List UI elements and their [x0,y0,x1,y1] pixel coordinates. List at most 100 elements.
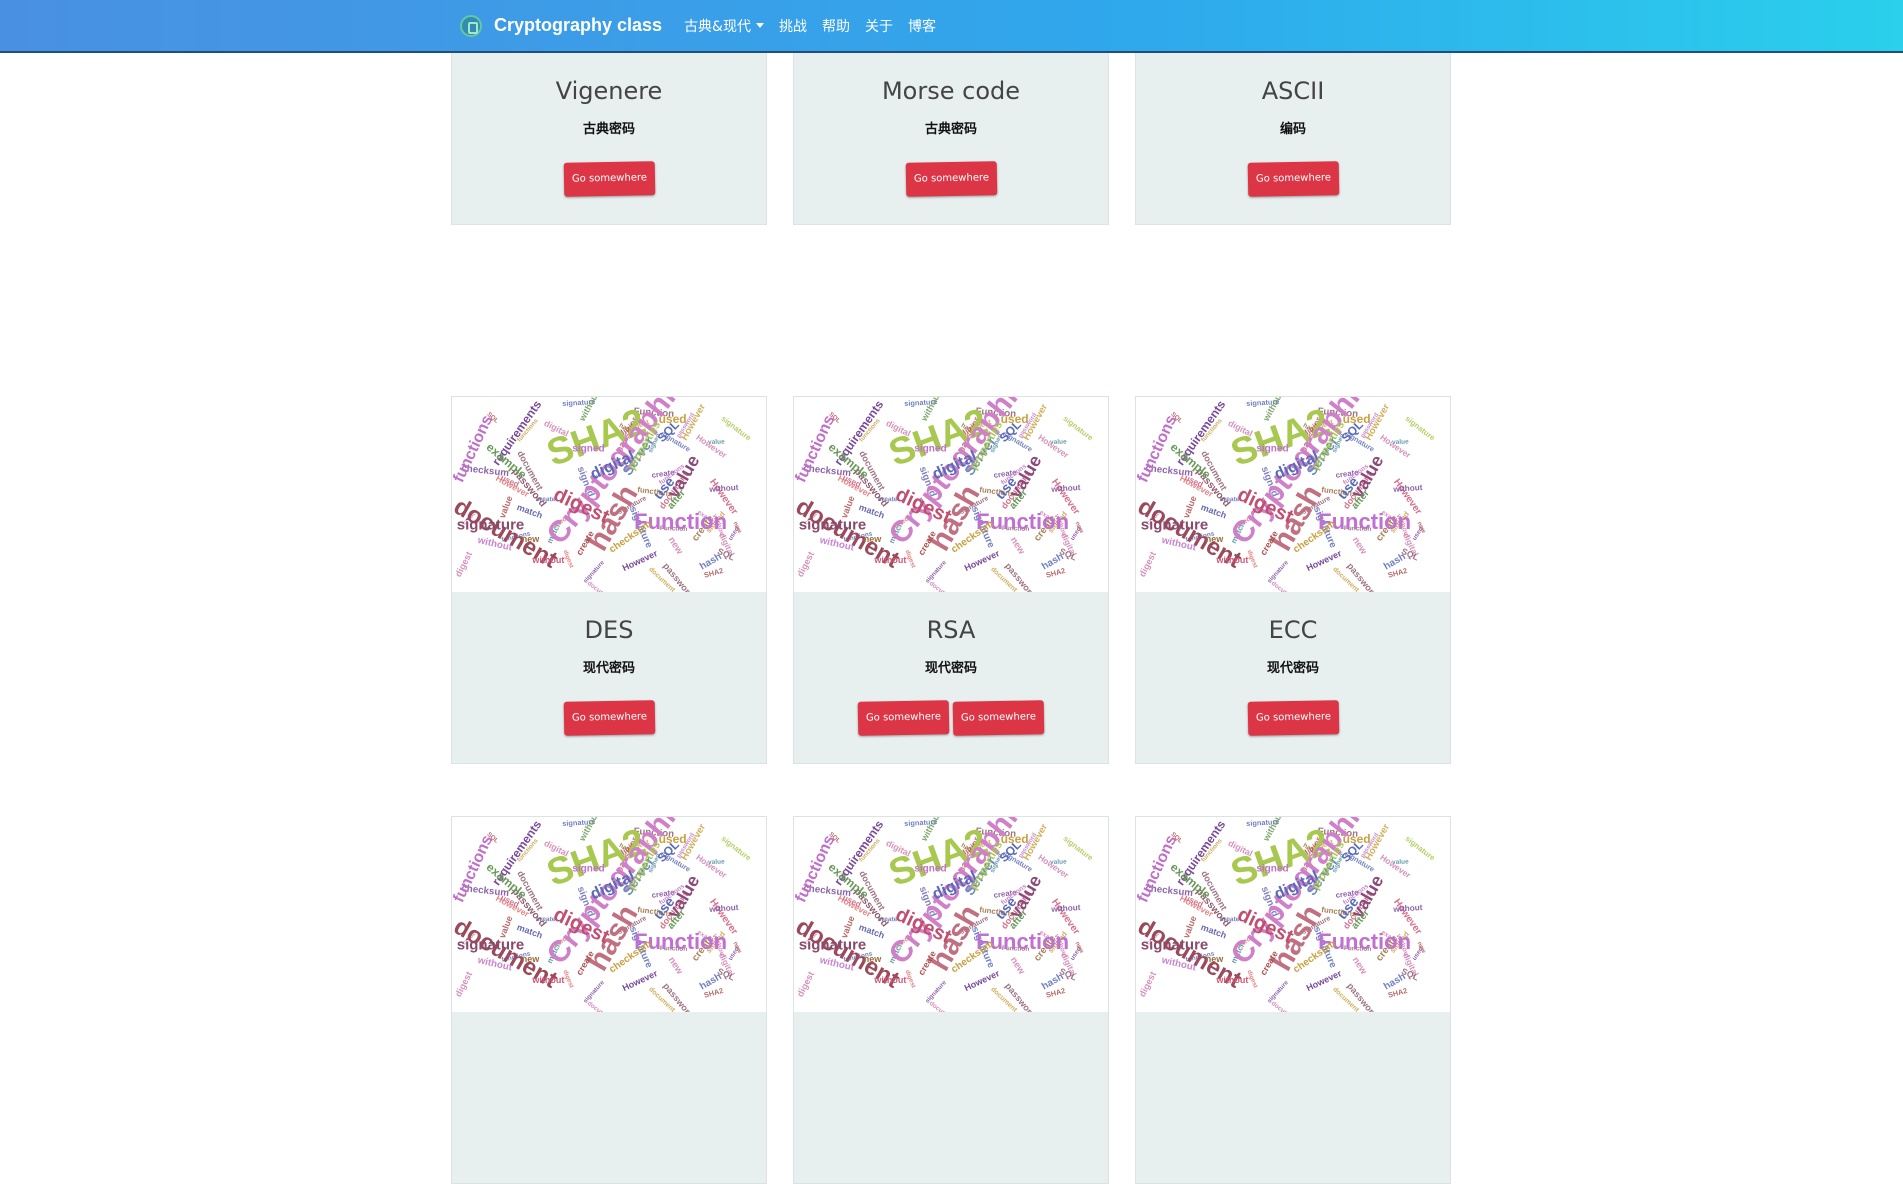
nav-dropdown-label: 古典&现代 [684,16,751,36]
shield-logo-icon[interactable] [460,15,482,37]
wordcloud-word: However [694,432,728,460]
wordcloud-word: However [1378,432,1412,460]
wordcloud-word: digest [795,550,816,579]
wordcloud-word: signature [799,937,867,954]
wordcloud-word: without [532,555,564,565]
card-actions: Go somewhere [452,701,766,735]
card-category: 编码 [1136,118,1450,137]
caret-down-icon [756,23,764,28]
wordcloud-word: signature [582,979,606,1004]
go-somewhere-button[interactable]: Go somewhere [1247,161,1339,197]
wordcloud-word: new [1206,534,1224,544]
wordcloud-word: new [1206,954,1224,964]
card-body: ASCII 编码 Go somewhere [1136,53,1450,224]
card-title: RSA [794,616,1108,644]
wordcloud-word: digest [453,550,474,579]
wordcloud-word: new [666,535,685,557]
go-somewhere-button[interactable]: Go somewhere [563,700,655,736]
card-category: 古典密码 [452,118,766,137]
wordcloud-image: functionssignatureHoweverFunctionSHA2pas… [1136,817,1450,1012]
wordcloud-word: used [1001,832,1029,846]
wordcloud-word: new [1008,955,1027,977]
nav-item-blog[interactable]: 博客 [908,16,936,36]
wordcloud-image: functionssignatureHoweverFunctionSHA2pas… [1136,397,1450,592]
wordcloud-word: digest [453,970,474,999]
wordcloud-word: new [864,534,882,544]
wordcloud-word: signature [457,937,525,954]
wordcloud-image: functionssignatureHoweverFunctionSHA2pas… [452,397,766,592]
card-body: RSA 现代密码 Go somewhereGo somewhere [794,592,1108,763]
wordcloud-word: without [709,903,739,914]
go-somewhere-button[interactable]: Go somewhere [858,700,950,736]
card-title: ASCII [1136,77,1450,105]
wordcloud-word: digest [1137,550,1158,579]
card-actions: Go somewhere [452,162,766,196]
card-category: 古典密码 [794,118,1108,137]
wordcloud-word: new [666,955,685,977]
card-body [1136,1012,1450,1183]
card-category: 现代密码 [794,657,1108,676]
go-somewhere-button[interactable]: Go somewhere [1247,700,1339,736]
nav-item-challenge[interactable]: 挑战 [779,16,807,36]
wordcloud-word: without [709,483,739,494]
wordcloud-word: signed [914,864,946,875]
go-somewhere-button[interactable]: Go somewhere [953,700,1045,736]
wordcloud-word: signature [799,517,867,534]
wordcloud-word: signature [1266,979,1290,1004]
wordcloud-word: signature [924,559,948,584]
wordcloud-word: signature [924,979,948,1004]
wordcloud-image: functionssignatureHoweverFunctionSHA2pas… [794,817,1108,1012]
go-somewhere-button[interactable]: Go somewhere [563,161,655,197]
wordcloud-word: signed [572,864,604,875]
nav-dropdown-classical-modern[interactable]: 古典&现代 [684,16,764,36]
cipher-card: functionssignatureHoweverFunctionSHA2pas… [1135,816,1451,1184]
wordcloud-word: new [522,534,540,544]
nav-item-help[interactable]: 帮助 [822,16,850,36]
top-navbar: Cryptography class 古典&现代 挑战 帮助 关于 博客 [0,0,1903,53]
nav-item-about[interactable]: 关于 [865,16,893,36]
wordcloud-word: signature [1266,559,1290,584]
wordcloud-image: functionssignatureHoweverFunctionSHA2pas… [452,817,766,1012]
cipher-card: functionssignatureHoweverFunctionSHA2pas… [451,816,767,1184]
cipher-card: functionssignatureHoweverFunctionSHA2pas… [793,396,1109,764]
cipher-card: functionssignatureHoweverFunctionSHA2pas… [1135,396,1451,764]
wordcloud-word: signature [582,559,606,584]
go-somewhere-button[interactable]: Go somewhere [905,161,997,197]
wordcloud-word: new [522,954,540,964]
wordcloud-word: signed [914,444,946,455]
wordcloud-word: signed [1256,444,1288,455]
card-category: 现代密码 [1136,657,1450,676]
card-actions: Go somewhere [794,162,1108,196]
wordcloud-word: without [532,975,564,985]
card-title: ECC [1136,616,1450,644]
wordcloud-word: used [659,412,687,426]
wordcloud-word: signed [572,444,604,455]
card-title: Vigenere [452,77,766,105]
wordcloud-word: without [1051,903,1081,914]
cipher-card: functionssignatureHoweverFunctionSHA2pas… [451,396,767,764]
wordcloud-word: document [1270,580,1299,592]
wordcloud-word: document [928,580,957,592]
wordcloud-word: digest [795,970,816,999]
navbar-content: Cryptography class 古典&现代 挑战 帮助 关于 博客 [460,0,951,51]
wordcloud-word: signature [1141,937,1209,954]
wordcloud-word: used [1343,832,1371,846]
wordcloud-word: However [1036,432,1070,460]
wordcloud-word: without [1393,903,1423,914]
cipher-card: functionssignatureHoweverFunctionSHA2pas… [793,816,1109,1184]
wordcloud-word: without [1216,555,1248,565]
wordcloud-word: new [1350,535,1369,557]
card-actions: Go somewhere [1136,701,1450,735]
wordcloud-word: new [864,954,882,964]
wordcloud-word: document [1270,1000,1299,1012]
wordcloud-word: document [928,1000,957,1012]
wordcloud-word: signature [457,517,525,534]
wordcloud-word: signature [1141,517,1209,534]
card-body [452,1012,766,1183]
card-body: ECC 现代密码 Go somewhere [1136,592,1450,763]
wordcloud-image: functionssignatureHoweverFunctionSHA2pas… [794,397,1108,592]
wordcloud-word: document [586,580,615,592]
wordcloud-word: new [1008,535,1027,557]
brand-title[interactable]: Cryptography class [494,15,662,36]
wordcloud-word: signed [1256,864,1288,875]
